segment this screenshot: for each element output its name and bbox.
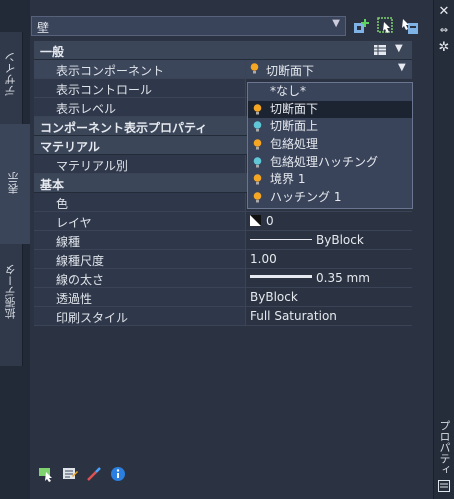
- dropdown-option[interactable]: 境界 1: [248, 171, 412, 189]
- dropdown-option[interactable]: ハッチング 1: [248, 189, 412, 207]
- property-key: 線種尺度: [56, 254, 105, 268]
- property-key: 表示レベル: [56, 102, 117, 116]
- table-view-icon[interactable]: [374, 45, 386, 55]
- property-key: 色: [56, 197, 69, 211]
- property-value: Full Saturation: [250, 309, 337, 323]
- property-row-linetype[interactable]: 線種 ByBlock: [34, 231, 412, 250]
- dropdown-option-label: 境界 1: [270, 172, 306, 187]
- object-type-select[interactable]: 壁 ▼: [31, 16, 346, 36]
- layer-icon: [250, 215, 261, 226]
- bulb-icon: [253, 121, 262, 132]
- tab-display[interactable]: 表示: [0, 124, 31, 244]
- property-value: 切断面下: [266, 64, 315, 78]
- section-general[interactable]: 一般 ▼: [34, 41, 412, 60]
- display-component-dropdown[interactable]: *なし* 切断面下 切断面上 包絡処理 包絡処理ハッチング 境界 1 ハッチング…: [247, 82, 413, 209]
- property-value: 0: [266, 214, 274, 228]
- chevron-down-icon[interactable]: ▼: [395, 43, 403, 54]
- property-key: 透過性: [56, 292, 93, 306]
- quick-select-icon[interactable]: [353, 17, 371, 35]
- property-value: 0.35 mm: [316, 271, 370, 285]
- section-basic-label: 基本: [40, 178, 65, 192]
- bulb-icon: [250, 63, 259, 74]
- edit-properties-icon[interactable]: [62, 466, 78, 482]
- dropdown-option-label: 包絡処理: [270, 137, 319, 152]
- dropdown-option[interactable]: 包絡処理ハッチング: [248, 154, 412, 172]
- section-component-display-label: コンポーネント表示プロパティ: [40, 121, 208, 135]
- bulb-icon: [253, 156, 262, 168]
- property-row-linetype-scale[interactable]: 線種尺度 1.00: [34, 250, 412, 269]
- palette-title: プロパティ: [438, 420, 451, 475]
- dropdown-option[interactable]: 切断面上: [248, 118, 412, 136]
- property-row-plot-style[interactable]: 印刷スタイル Full Saturation: [34, 307, 412, 326]
- dropdown-option-label: 切断面下: [270, 101, 319, 116]
- property-value: ByBlock: [316, 233, 364, 247]
- property-key: 表示コンポーネント: [56, 64, 165, 78]
- properties-palette: デザイン 表示 拡張データ 壁 ▼ 一般 ▼ 表示コンポーネント 切断面下 ▼ …: [0, 0, 454, 499]
- tab-extended-data[interactable]: 拡張データ: [0, 244, 23, 366]
- toggle-pickadd-icon[interactable]: [401, 17, 419, 35]
- property-key: マテリアル別: [56, 159, 128, 173]
- property-key: 線の太さ: [56, 273, 105, 287]
- palette-menu-icon[interactable]: [438, 480, 450, 492]
- lineweight-preview: [250, 275, 312, 278]
- property-value: ByBlock: [250, 290, 298, 304]
- auto-hide-icon[interactable]: ⇔: [437, 24, 451, 38]
- property-key: 線種: [56, 235, 81, 249]
- bulb-icon: [253, 192, 262, 203]
- section-material-label: マテリアル: [40, 140, 100, 154]
- bulb-icon: [253, 103, 262, 115]
- info-icon[interactable]: [110, 466, 126, 482]
- dropdown-option-label: *なし*: [270, 84, 307, 98]
- select-similar-icon[interactable]: [38, 466, 54, 482]
- close-icon[interactable]: ✕: [437, 5, 451, 19]
- main-panel: 壁 ▼ 一般 ▼ 表示コンポーネント 切断面下 ▼ 表示コントロール 表示レベル…: [30, 0, 433, 499]
- tab-design-label: デザイン: [4, 52, 17, 96]
- bulb-icon: [253, 174, 262, 185]
- dropdown-option-label: 包絡処理ハッチング: [270, 154, 379, 169]
- property-key: 表示コントロール: [56, 83, 153, 97]
- tab-design[interactable]: デザイン: [0, 32, 23, 124]
- select-objects-icon[interactable]: [377, 17, 395, 35]
- tab-display-label: 表示: [7, 172, 20, 194]
- property-key: 印刷スタイル: [56, 311, 129, 325]
- property-row-layer[interactable]: レイヤ 0: [34, 212, 412, 231]
- match-properties-icon[interactable]: [86, 466, 102, 482]
- dropdown-option-label: 切断面上: [270, 119, 319, 134]
- section-general-label: 一般: [40, 45, 65, 59]
- property-value: 1.00: [250, 252, 277, 266]
- bulb-icon: [253, 139, 262, 150]
- tab-extended-data-label: 拡張データ: [4, 264, 17, 319]
- chevron-down-icon[interactable]: ▼: [398, 62, 406, 73]
- property-row-display-component[interactable]: 表示コンポーネント 切断面下 ▼: [34, 60, 412, 79]
- chevron-down-icon[interactable]: ▼: [332, 18, 340, 29]
- dropdown-option-label: ハッチング 1: [270, 190, 342, 205]
- dropdown-option[interactable]: *なし*: [248, 83, 412, 101]
- property-row-lineweight[interactable]: 線の太さ 0.35 mm: [34, 269, 412, 288]
- property-key: レイヤ: [56, 216, 92, 230]
- object-type-value: 壁: [37, 21, 50, 35]
- dropdown-option[interactable]: 切断面下: [248, 100, 412, 119]
- dropdown-option[interactable]: 包絡処理: [248, 136, 412, 154]
- property-row-transparency[interactable]: 透過性 ByBlock: [34, 288, 412, 307]
- palette-title-bar: ✕ ⇔ ✲ プロパティ: [433, 0, 454, 499]
- linetype-preview: [250, 239, 312, 240]
- settings-icon[interactable]: ✲: [437, 41, 451, 55]
